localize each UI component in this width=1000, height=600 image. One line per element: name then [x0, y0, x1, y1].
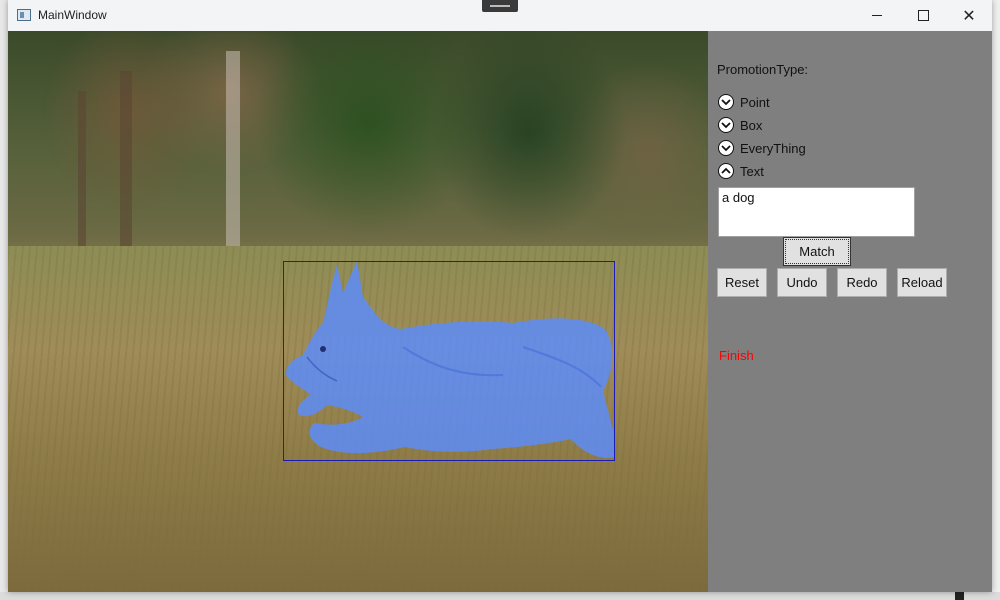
image-canvas[interactable] — [8, 31, 708, 592]
option-everything-label: EveryThing — [740, 140, 806, 156]
chevron-down-icon — [718, 140, 734, 156]
option-point[interactable]: Point — [718, 94, 770, 110]
minimize-icon — [872, 15, 882, 16]
option-box[interactable]: Box — [718, 117, 762, 133]
option-text-label: Text — [740, 163, 764, 179]
option-point-label: Point — [740, 94, 770, 110]
status-text: Finish — [719, 348, 754, 363]
detection-bounding-box — [283, 261, 615, 461]
close-button[interactable]: ✕ — [946, 0, 992, 31]
minimize-button[interactable] — [854, 0, 900, 31]
chevron-down-icon — [718, 94, 734, 110]
main-window: MainWindow ✕ PromotionType: Point Box Ev… — [8, 0, 992, 592]
close-icon: ✕ — [962, 5, 976, 25]
desktop-edge-mark — [955, 592, 964, 600]
option-box-label: Box — [740, 117, 763, 133]
maximize-button[interactable] — [900, 0, 946, 31]
chevron-down-icon — [718, 117, 734, 133]
desktop-edge-right — [992, 0, 1000, 600]
promotion-type-label: PromotionType: — [717, 62, 809, 77]
reload-button[interactable]: Reload — [897, 268, 947, 297]
title-bar[interactable]: MainWindow ✕ — [8, 0, 992, 32]
window-title: MainWindow — [38, 8, 107, 22]
match-button[interactable]: Match — [783, 237, 851, 266]
control-panel: PromotionType: Point Box EveryThing Text — [708, 31, 992, 592]
chevron-up-icon — [718, 163, 734, 179]
maximize-icon — [917, 10, 929, 21]
app-icon — [17, 9, 31, 21]
prompt-text-input[interactable]: a dog — [718, 187, 915, 237]
redo-button[interactable]: Redo — [837, 268, 887, 297]
desktop-edge-bottom — [0, 592, 1000, 600]
option-text[interactable]: Text — [718, 163, 764, 179]
reset-button[interactable]: Reset — [717, 268, 767, 297]
undo-button[interactable]: Undo — [777, 268, 827, 297]
drag-grip-handle[interactable] — [482, 0, 518, 12]
option-everything[interactable]: EveryThing — [718, 140, 806, 156]
